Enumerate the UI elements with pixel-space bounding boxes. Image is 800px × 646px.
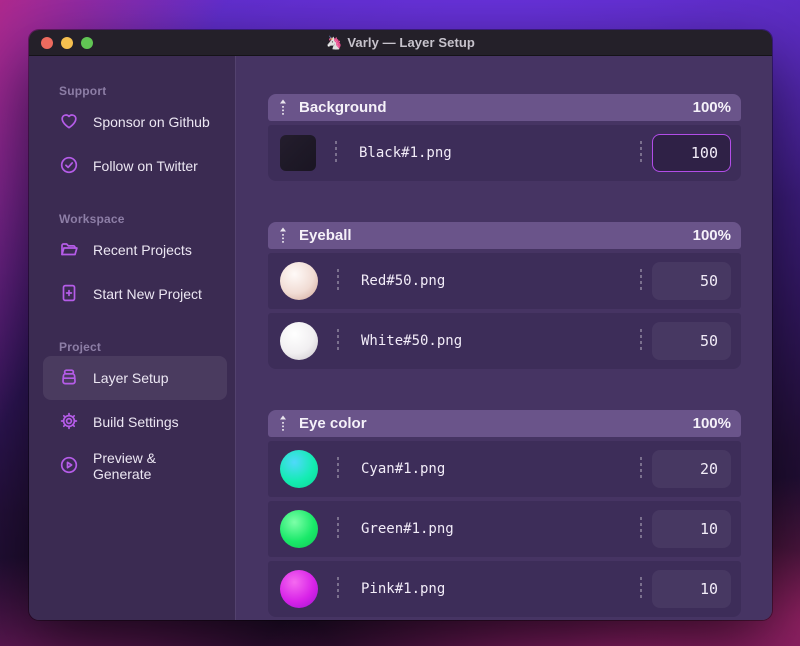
dotted-divider [640, 329, 642, 353]
app-window: 🦄 Varly — Layer Setup Support Sponsor on … [29, 30, 772, 620]
drag-vertical-icon[interactable] [278, 226, 288, 246]
window-title-text: Varly — Layer Setup [347, 34, 475, 50]
layer-thumbnail [280, 450, 318, 488]
play-circle-icon [59, 455, 79, 478]
sidebar-item-follow-on-twitter[interactable]: Follow on Twitter [43, 144, 227, 188]
layer-row-green-1-png[interactable]: Green#1.png [268, 501, 741, 557]
sidebar-item-preview-generate[interactable]: Preview & Generate [43, 444, 227, 488]
layer-filename: Green#1.png [361, 521, 454, 537]
sidebar-section: Project Layer Setup Build Settings Previ… [43, 340, 227, 488]
dotted-divider [640, 269, 642, 293]
sidebar-item-label: Sponsor on Github [93, 114, 210, 130]
sidebar-item-sponsor-on-github[interactable]: Sponsor on Github [43, 100, 227, 144]
layer-group-header: Eyeball 100% [268, 222, 741, 249]
sidebar: Support Sponsor on Github Follow on Twit… [29, 56, 235, 620]
layer-group-title: Eyeball [299, 227, 352, 244]
layer-filename: Pink#1.png [361, 581, 446, 597]
dotted-divider [337, 329, 339, 353]
archive-icon [59, 367, 79, 390]
layer-group-eye-color: Eye color 100% Cyan#1.png Green#1.png Pi… [268, 410, 741, 617]
sidebar-item-start-new-project[interactable]: Start New Project [43, 272, 227, 316]
layer-filename: Red#50.png [361, 273, 446, 289]
folder-icon [59, 239, 79, 262]
layer-group-header: Eye color 100% [268, 410, 741, 437]
titlebar: 🦄 Varly — Layer Setup [29, 30, 772, 56]
drag-vertical-icon[interactable] [278, 414, 288, 434]
layer-filename: Black#1.png [359, 145, 452, 161]
sidebar-item-label: Start New Project [93, 286, 202, 302]
dotted-divider [337, 457, 339, 481]
dotted-divider [640, 577, 642, 601]
sidebar-item-build-settings[interactable]: Build Settings [43, 400, 227, 444]
sidebar-section-label: Workspace [59, 212, 125, 226]
layer-group-background: Background 100% Black#1.png [268, 94, 741, 181]
check-circle-icon [59, 155, 79, 178]
layer-weight-input[interactable] [652, 570, 731, 608]
layer-group-percent: 100% [692, 227, 731, 244]
dotted-divider [337, 269, 339, 293]
layer-row-cyan-1-png[interactable]: Cyan#1.png [268, 441, 741, 497]
layer-setup-panel: Background 100% Black#1.png Eyeball 100%… [235, 56, 772, 620]
drag-vertical-icon[interactable] [278, 98, 288, 118]
gear-icon [59, 411, 79, 434]
dotted-divider [640, 517, 642, 541]
dotted-divider [337, 577, 339, 601]
layer-group-eyeball: Eyeball 100% Red#50.png White#50.png [268, 222, 741, 369]
sidebar-section-label: Support [59, 84, 107, 98]
dotted-divider [640, 457, 642, 481]
layer-thumbnail [280, 510, 318, 548]
layer-row-black-1-png[interactable]: Black#1.png [268, 125, 741, 181]
layer-weight-input[interactable] [652, 134, 731, 172]
dotted-divider [337, 517, 339, 541]
layer-group-title: Background [299, 99, 387, 116]
sidebar-item-recent-projects[interactable]: Recent Projects [43, 228, 227, 272]
layer-filename: Cyan#1.png [361, 461, 446, 477]
layer-weight-input[interactable] [652, 322, 731, 360]
layer-group-header: Background 100% [268, 94, 741, 121]
layer-thumbnail [280, 570, 318, 608]
layer-thumbnail [280, 135, 316, 171]
sidebar-item-label: Follow on Twitter [93, 158, 198, 174]
layer-row-red-50-png[interactable]: Red#50.png [268, 253, 741, 309]
file-plus-icon [59, 283, 79, 306]
layer-thumbnail [280, 322, 318, 360]
layer-thumbnail [280, 262, 318, 300]
heart-icon [59, 111, 79, 134]
sidebar-item-layer-setup[interactable]: Layer Setup [43, 356, 227, 400]
dotted-divider [335, 141, 337, 165]
layer-group-percent: 100% [692, 99, 731, 116]
window-title: 🦄 Varly — Layer Setup [29, 35, 772, 51]
dotted-divider [640, 141, 642, 165]
sidebar-item-label: Preview & Generate [93, 450, 157, 482]
layer-row-white-50-png[interactable]: White#50.png [268, 313, 741, 369]
layer-row-pink-1-png[interactable]: Pink#1.png [268, 561, 741, 617]
layer-group-percent: 100% [692, 415, 731, 432]
layer-weight-input[interactable] [652, 450, 731, 488]
sidebar-item-label: Layer Setup [93, 370, 169, 386]
sidebar-section: Workspace Recent Projects Start New Proj… [43, 212, 227, 316]
sidebar-item-label: Build Settings [93, 414, 179, 430]
sidebar-section: Support Sponsor on Github Follow on Twit… [43, 84, 227, 188]
sidebar-section-label: Project [59, 340, 102, 354]
layer-group-title: Eye color [299, 415, 367, 432]
app-icon: 🦄 [326, 34, 343, 50]
layer-filename: White#50.png [361, 333, 463, 349]
layer-weight-input[interactable] [652, 510, 731, 548]
layer-weight-input[interactable] [652, 262, 731, 300]
sidebar-item-label: Recent Projects [93, 242, 192, 258]
